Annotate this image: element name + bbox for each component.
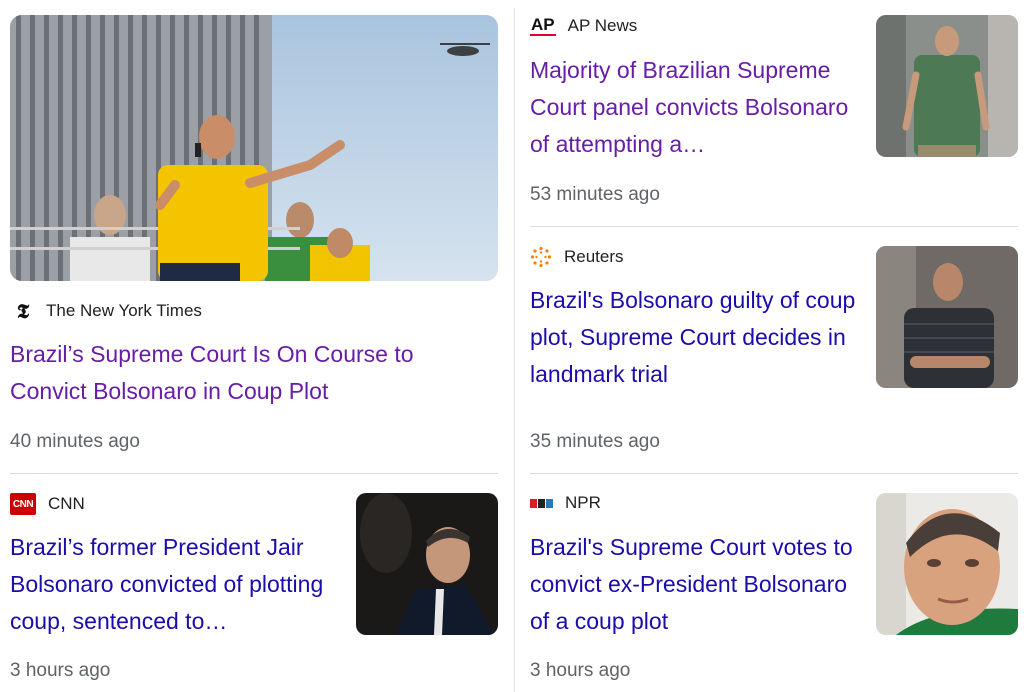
- reuters-logo-icon: [530, 246, 552, 268]
- timestamp: 40 minutes ago: [10, 431, 140, 452]
- news-card-reuters[interactable]: Reuters Brazil's Bolsonaro guilty of cou…: [515, 227, 1024, 473]
- bolsonaro-photo[interactable]: [876, 15, 1018, 157]
- news-card-ap[interactable]: AP AP News Majority of Brazilian Supreme…: [515, 0, 1024, 226]
- source-name: AP News: [567, 16, 638, 35]
- timestamp: 3 hours ago: [530, 660, 631, 681]
- source-npr[interactable]: NPR: [530, 493, 601, 513]
- timestamp: 3 hours ago: [10, 660, 111, 681]
- headline-link[interactable]: Majority of Brazilian Supreme Court pane…: [530, 52, 860, 163]
- nyt-logo-icon: 𝕿: [16, 299, 30, 323]
- source-name: CNN: [48, 494, 85, 513]
- news-card-npr[interactable]: NPR Brazil's Supreme Court votes to conv…: [515, 474, 1024, 692]
- headline-link[interactable]: Brazil’s former President Jair Bolsonaro…: [10, 529, 340, 640]
- rally-photo[interactable]: [10, 15, 498, 281]
- timestamp: 35 minutes ago: [530, 431, 660, 452]
- headline-link[interactable]: Brazil’s Supreme Court Is On Course to C…: [10, 336, 480, 410]
- source-reuters[interactable]: Reuters: [530, 246, 624, 268]
- bolsonaro-photo[interactable]: [356, 493, 498, 635]
- headline-link[interactable]: Brazil's Supreme Court votes to convict …: [530, 529, 865, 640]
- headline-link[interactable]: Brazil's Bolsonaro guilty of coup plot, …: [530, 282, 860, 393]
- source-ap[interactable]: AP AP News: [530, 16, 637, 36]
- source-name: NPR: [565, 493, 601, 512]
- source-cnn[interactable]: CNN CNN: [10, 493, 85, 515]
- source-name: The New York Times: [46, 301, 202, 320]
- source-nyt[interactable]: 𝕿 The New York Times: [12, 299, 202, 323]
- news-card-cnn[interactable]: CNN CNN Brazil’s former President Jair B…: [0, 474, 514, 692]
- news-card-nyt[interactable]: 𝕿 The New York Times Brazil’s Supreme Co…: [0, 0, 514, 474]
- source-name: Reuters: [564, 247, 624, 266]
- cnn-logo-icon: CNN: [10, 493, 36, 515]
- ap-logo-icon: AP: [530, 15, 556, 36]
- bolsonaro-photo[interactable]: [876, 493, 1018, 635]
- npr-logo-icon: [530, 498, 553, 508]
- timestamp: 53 minutes ago: [530, 184, 660, 205]
- bolsonaro-photo[interactable]: [876, 246, 1018, 388]
